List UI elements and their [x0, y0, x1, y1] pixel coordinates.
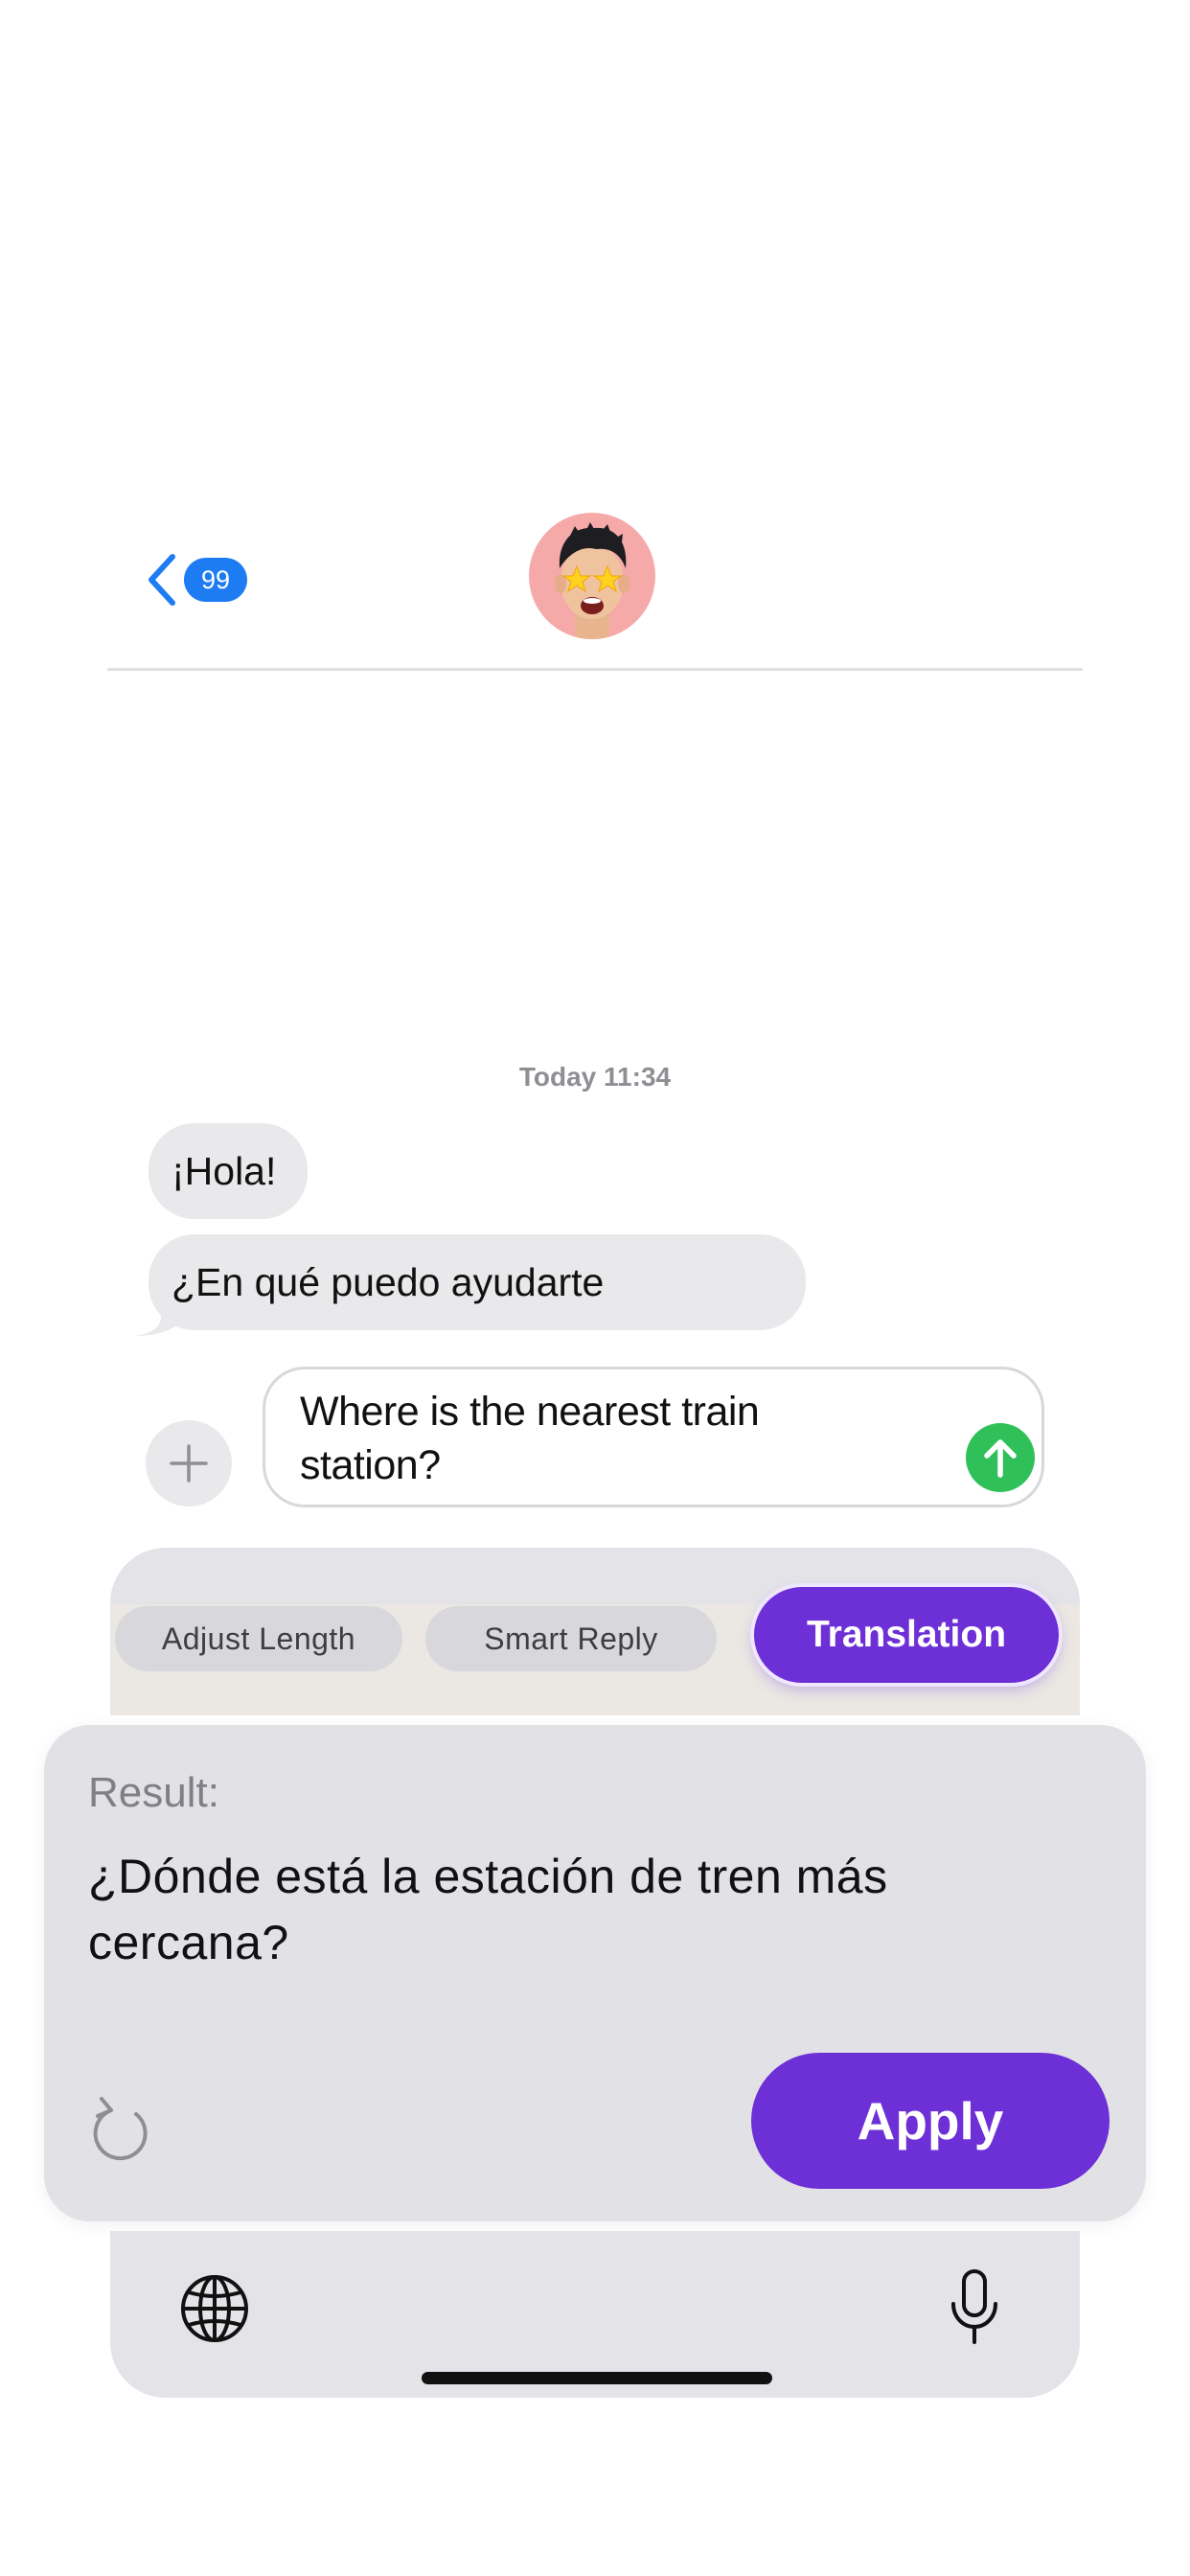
attach-button[interactable]	[146, 1420, 232, 1506]
message-input-text: Where is the nearest train station?	[300, 1389, 760, 1488]
send-button[interactable]	[966, 1423, 1035, 1492]
incoming-message-bubble[interactable]: ¿En qué puedo ayudarte	[149, 1234, 806, 1330]
refresh-icon	[93, 2097, 148, 2161]
tab-translation[interactable]: Translation	[754, 1587, 1059, 1683]
result-text: ¿Dónde está la estación de tren más cerc…	[88, 1850, 888, 1969]
regenerate-button[interactable]	[82, 2089, 159, 2166]
tab-smart-reply[interactable]: Smart Reply	[425, 1606, 717, 1671]
incoming-message-bubble[interactable]: ¡Hola!	[149, 1123, 308, 1219]
message-input[interactable]: Where is the nearest train station?	[263, 1367, 1044, 1507]
tab-adjust-length[interactable]: Adjust Length	[115, 1606, 402, 1671]
message-timestamp: Today 11:34	[518, 1062, 672, 1092]
result-label: Result:	[88, 1769, 219, 1816]
translation-result-card: Result: ¿Dónde está la estación de tren …	[44, 1725, 1146, 2221]
back-button[interactable]: 99	[144, 551, 251, 609]
globe-icon	[181, 2275, 248, 2342]
arrow-up-icon	[984, 1439, 1017, 1478]
unread-badge: 99	[184, 558, 247, 602]
apply-button[interactable]: Apply	[751, 2053, 1110, 2189]
header-divider	[107, 668, 1083, 671]
plus-icon	[170, 1444, 208, 1483]
dictation-button[interactable]	[946, 2267, 1003, 2348]
home-indicator	[422, 2372, 772, 2384]
contact-avatar[interactable]	[529, 513, 655, 639]
message-text: ¡Hola!	[172, 1148, 277, 1193]
memoji-avatar-icon	[555, 522, 629, 639]
microphone-icon	[951, 2269, 997, 2344]
language-switch-button[interactable]	[175, 2269, 254, 2348]
message-text: ¿En qué puedo ayudarte	[172, 1259, 605, 1304]
chevron-left-icon	[149, 554, 175, 606]
